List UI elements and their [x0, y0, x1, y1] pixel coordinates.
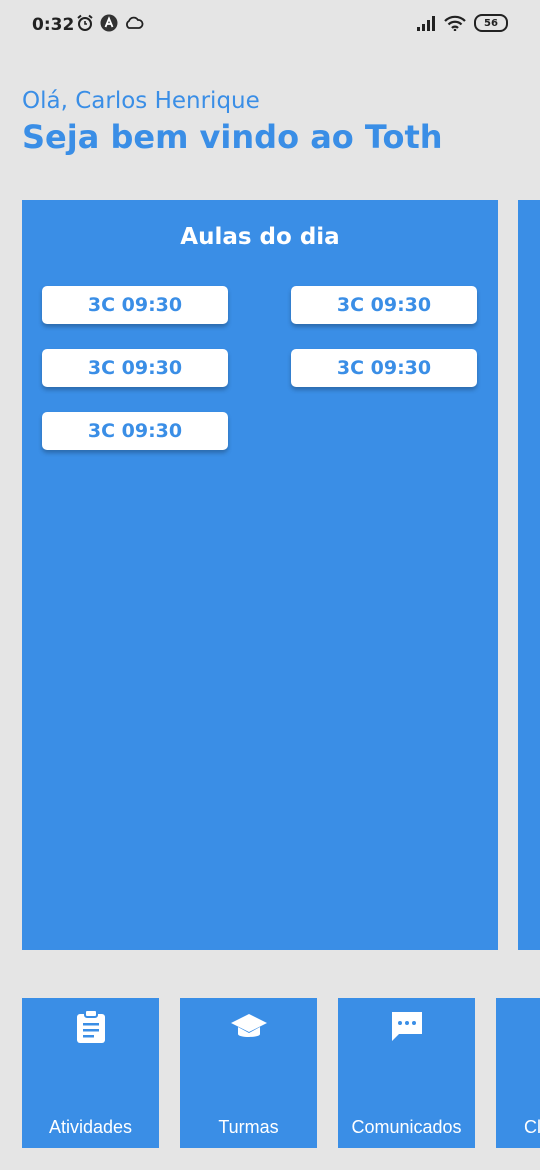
status-bar: 0:32 56	[0, 0, 540, 50]
classes-of-day-card[interactable]: Aulas do dia 3C 09:30 3C 09:30 3C 09:30 …	[22, 200, 498, 950]
class-item[interactable]: 3C 09:30	[42, 286, 228, 324]
status-icons-left	[76, 14, 144, 32]
tile-label: Comunicados	[351, 1117, 462, 1137]
next-card-peek[interactable]	[518, 200, 540, 950]
cloud-icon	[126, 16, 144, 29]
tile-atividades[interactable]: Atividades	[22, 998, 159, 1148]
signal-icon	[417, 16, 435, 31]
app-notification-icon	[100, 14, 118, 32]
clipboard-icon	[76, 1010, 105, 1043]
status-time: 0:32	[32, 15, 75, 35]
tile-turmas[interactable]: Turmas	[180, 998, 317, 1148]
message-icon	[391, 1012, 422, 1041]
status-icons-right: 56	[416, 14, 508, 32]
tile-partial[interactable]: Cl	[496, 998, 540, 1148]
graduation-cap-icon	[230, 1014, 267, 1037]
tile-comunicados[interactable]: Comunicados	[338, 998, 475, 1148]
tile-label: Turmas	[218, 1117, 279, 1137]
greeting-text: Olá, Carlos Henrique	[22, 88, 260, 114]
wifi-icon	[444, 15, 466, 31]
tile-label: Atividades	[48, 1117, 133, 1137]
class-item[interactable]: 3C 09:30	[291, 286, 477, 324]
tile-label: Cl	[524, 1117, 540, 1137]
classes-card-title: Aulas do dia	[180, 224, 340, 250]
alarm-icon	[77, 14, 93, 31]
class-item[interactable]: 3C 09:30	[42, 349, 228, 387]
battery-indicator: 56	[474, 14, 508, 32]
class-item[interactable]: 3C 09:30	[291, 349, 477, 387]
class-item[interactable]: 3C 09:30	[42, 412, 228, 450]
welcome-title: Seja bem vindo ao Toth	[22, 118, 443, 156]
